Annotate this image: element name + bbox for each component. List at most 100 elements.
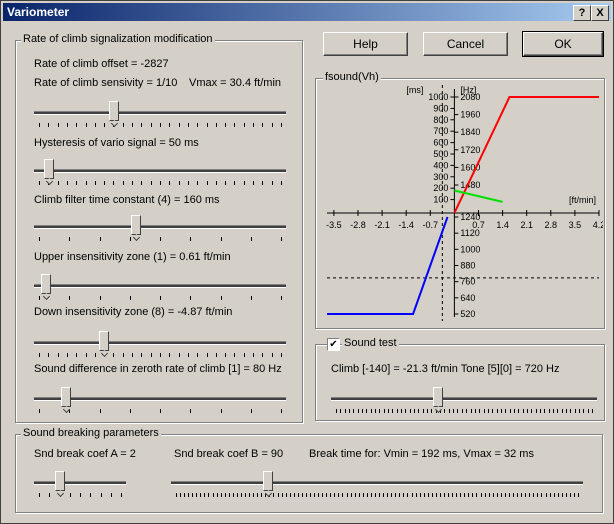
filter-slider[interactable] (34, 215, 286, 243)
help-button[interactable]: Help (323, 32, 408, 56)
slider-thumb[interactable] (43, 159, 54, 179)
break-coef-a-slider[interactable] (34, 471, 126, 499)
slider-thumb[interactable] (130, 215, 141, 235)
slider-tick (113, 353, 115, 357)
slider-thumb[interactable] (60, 387, 71, 407)
ms-tick-label: 1000 (428, 92, 448, 102)
slider-thumb[interactable] (433, 387, 444, 407)
slider-tick (281, 181, 282, 185)
slider-tick (176, 493, 177, 497)
break-group-title: Sound breaking parameters (21, 427, 161, 439)
ms-tick-label: 500 (433, 149, 448, 159)
slider-tick (197, 353, 199, 357)
slider-tick (419, 493, 421, 497)
slider-tick (39, 123, 40, 127)
slider-tick (379, 493, 381, 497)
slider-thumb[interactable] (99, 331, 110, 351)
sound-diff-slider[interactable] (34, 387, 286, 415)
slider-tick (249, 493, 251, 497)
ok-button[interactable]: OK (522, 31, 604, 57)
slider-tick (513, 493, 515, 497)
slider-tick (362, 493, 364, 497)
slider-tick (427, 409, 429, 413)
slider-tick (496, 409, 498, 413)
slider-tick (472, 493, 474, 497)
slider-thumb[interactable] (54, 471, 65, 491)
slider-tick (414, 409, 416, 413)
slider-tick (187, 353, 189, 357)
slider-tick (76, 123, 78, 127)
slider-tick (344, 409, 346, 413)
slider-tick (190, 409, 192, 413)
slider-tick (277, 493, 279, 497)
slider-tick (234, 353, 236, 357)
slider-tick (383, 409, 385, 413)
slider-tick (94, 181, 96, 185)
slider-tick (253, 493, 255, 497)
slider-tick (220, 409, 222, 413)
slider-tick (39, 237, 40, 241)
sensivity-slider[interactable] (34, 101, 286, 129)
slider-tick (535, 409, 537, 413)
slider-tick (375, 409, 377, 413)
slider-tick (187, 123, 189, 127)
hz-tick-label: 520 (460, 309, 475, 319)
slider-tick (518, 409, 520, 413)
slider-tick (215, 353, 217, 357)
slider-tick (281, 493, 283, 497)
slider-tick (208, 493, 210, 497)
slider-tick (232, 493, 234, 497)
slider-tick (187, 181, 189, 185)
slider-tick (234, 181, 236, 185)
hysteresis-label: Hysteresis of vario signal = 50 ms (34, 137, 199, 149)
slider-tick (273, 493, 275, 497)
checkmark-icon: ✔ (329, 339, 338, 350)
slider-tick (592, 409, 593, 413)
sound-test-info: Climb [-140] = -21.3 ft/min Tone [5][0] … (331, 363, 560, 375)
slider-tick (557, 409, 559, 413)
slider-tick (570, 409, 572, 413)
title-bar: Variometer ? X (3, 3, 611, 21)
slider-tick (99, 409, 101, 413)
slider-thumb[interactable] (41, 274, 52, 294)
close-title-button[interactable]: X (591, 5, 609, 21)
slider-tick (574, 409, 576, 413)
ms-unit-label: [ms] (406, 85, 423, 95)
slider-tick (236, 493, 238, 497)
slider-ticks (171, 493, 583, 497)
slider-track (34, 341, 286, 345)
slider-tick (141, 353, 143, 357)
sound-test-slider[interactable] (331, 387, 597, 415)
slider-tick (197, 123, 199, 127)
slider-tick (281, 353, 282, 357)
slider-tick (245, 493, 247, 497)
help-title-button[interactable]: ? (573, 5, 591, 21)
slider-thumb[interactable] (109, 101, 120, 121)
hz-tick-label: 1000 (460, 244, 480, 254)
down-zone-slider[interactable] (34, 331, 286, 359)
ms-tick-label: 400 (433, 160, 448, 170)
upper-zone-slider[interactable] (34, 274, 286, 302)
slider-tick (401, 409, 403, 413)
hysteresis-slider[interactable] (34, 159, 286, 187)
slider-tick (541, 493, 543, 497)
slider-tick (513, 409, 515, 413)
sound-test-checkbox[interactable]: ✔ (327, 338, 340, 351)
slider-tick (362, 409, 364, 413)
upper-zone-label: Upper insensitivity zone (1) = 0.61 ft/m… (34, 251, 231, 263)
slider-tick (305, 493, 307, 497)
slider-tick (370, 493, 372, 497)
hz-tick-label: 880 (460, 261, 475, 271)
cancel-button[interactable]: Cancel (423, 32, 508, 56)
slider-thumb[interactable] (263, 471, 274, 491)
sound-test-label: Sound test (342, 337, 399, 349)
slider-track (331, 397, 597, 401)
slider-tick (505, 409, 507, 413)
hz-tick-label: 1720 (460, 145, 480, 155)
break-coef-b-slider[interactable] (171, 471, 583, 499)
slider-tick (374, 493, 376, 497)
slider-tick (301, 493, 303, 497)
slider-tick (178, 181, 180, 185)
slider-tick (496, 493, 498, 497)
slider-tick (122, 181, 124, 185)
